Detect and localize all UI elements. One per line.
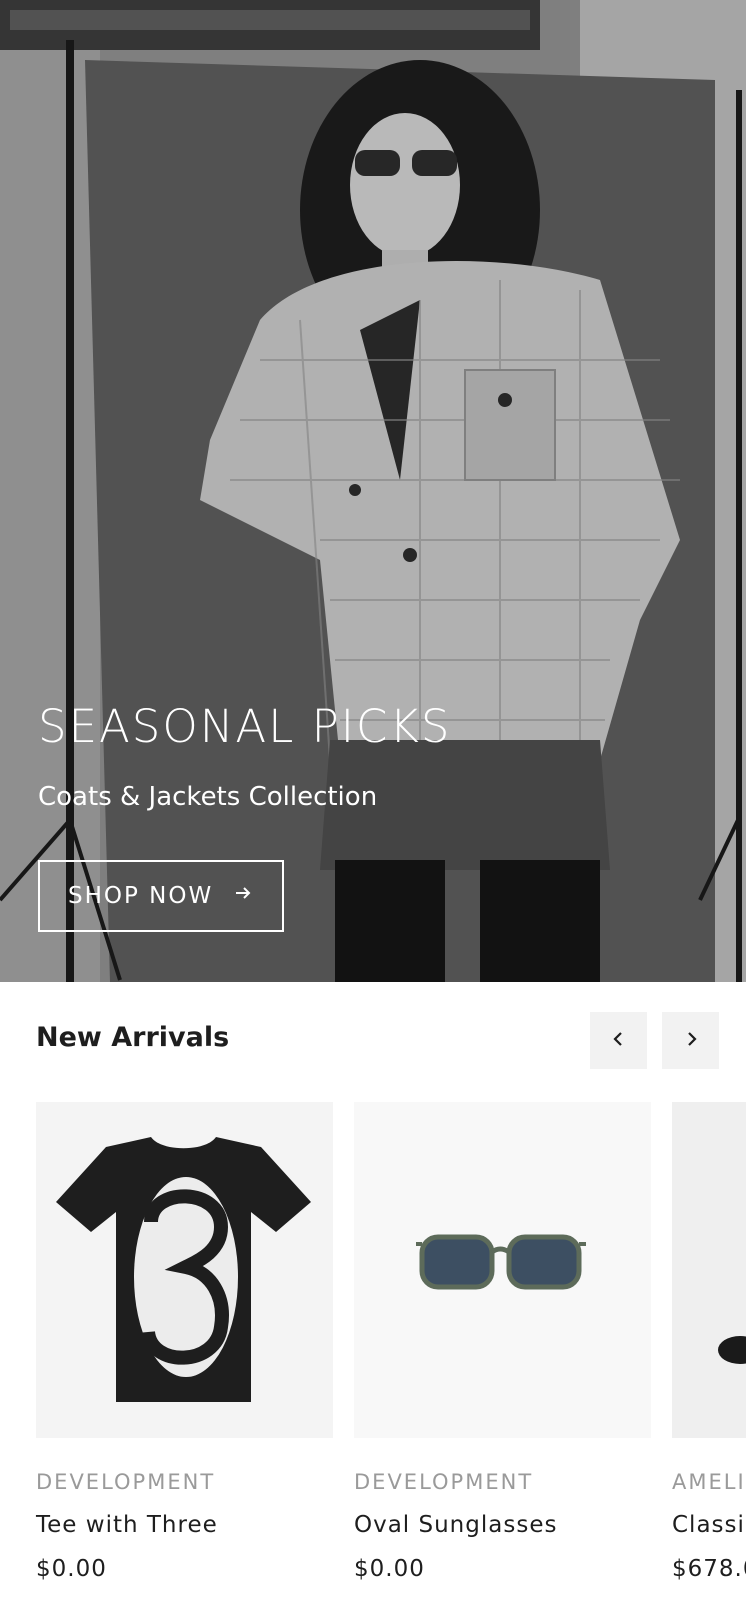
- product-price: $0.00: [354, 1556, 425, 1582]
- hero-title: SEASONAL PICKS: [38, 700, 452, 753]
- new-arrivals-title: New Arrivals: [36, 1022, 230, 1053]
- carousel-prev-button[interactable]: [590, 1012, 647, 1069]
- tshirt-image: [36, 1102, 333, 1438]
- product-card[interactable]: DEVELOPMENT Tee with Three $0.00: [36, 1102, 333, 1582]
- chevron-left-icon: [610, 1030, 628, 1052]
- product-price: $0.00: [36, 1556, 107, 1582]
- hero-subtitle: Coats & Jackets Collection: [38, 782, 378, 812]
- shop-now-label: SHOP NOW: [68, 883, 214, 909]
- product-name[interactable]: Oval Sunglasses: [354, 1512, 651, 1538]
- product-name[interactable]: Classi: [672, 1512, 746, 1538]
- product-card[interactable]: DEVELOPMENT Oval Sunglasses $0.00: [354, 1102, 651, 1582]
- product-price: $678.0: [672, 1556, 746, 1582]
- product-name[interactable]: Tee with Three: [36, 1512, 333, 1538]
- product-image[interactable]: [36, 1102, 333, 1438]
- chevron-right-icon: [682, 1030, 700, 1052]
- product-image-partial: [672, 1102, 746, 1438]
- carousel-next-button[interactable]: [662, 1012, 719, 1069]
- product-image[interactable]: [354, 1102, 651, 1438]
- product-brand: DEVELOPMENT: [354, 1470, 534, 1494]
- hero-photo: [0, 0, 746, 982]
- product-card[interactable]: AMELI Classi $678.0: [672, 1102, 746, 1582]
- sunglasses-image: [354, 1102, 651, 1438]
- shop-now-button[interactable]: SHOP NOW: [38, 860, 284, 932]
- hero-banner: SEASONAL PICKS Coats & Jackets Collectio…: [0, 0, 746, 982]
- product-image[interactable]: [672, 1102, 746, 1438]
- product-brand: DEVELOPMENT: [36, 1470, 216, 1494]
- arrow-right-icon: [233, 883, 253, 909]
- product-brand: AMELI: [672, 1470, 746, 1494]
